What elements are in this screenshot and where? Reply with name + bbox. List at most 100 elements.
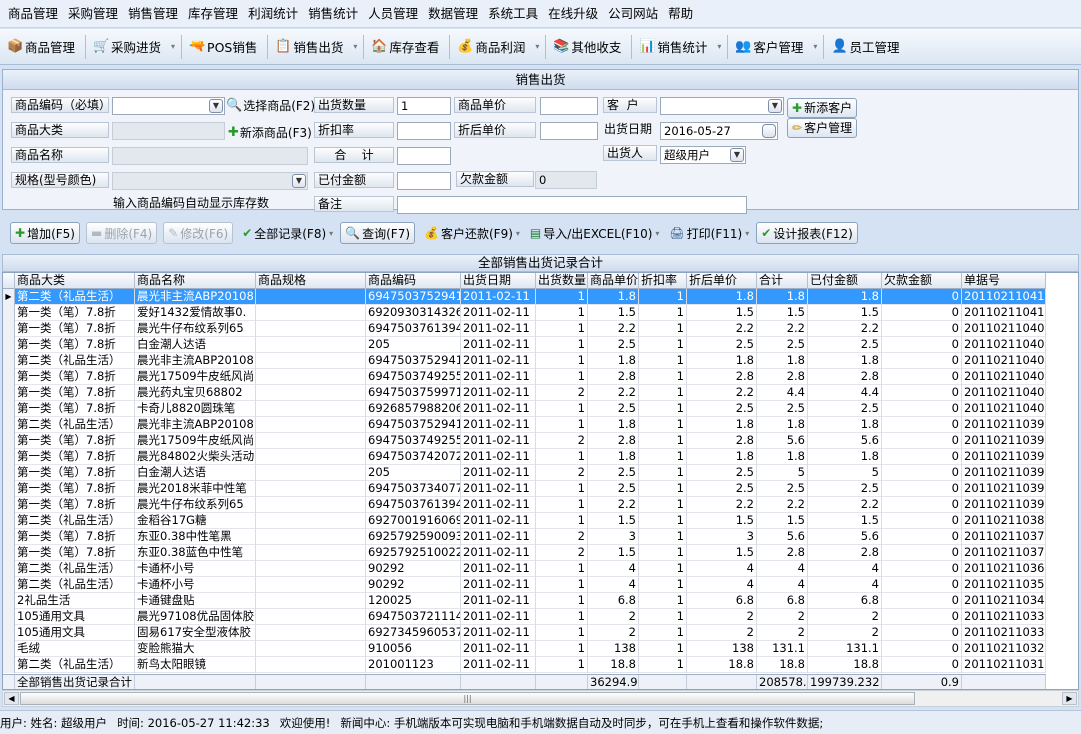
table-row[interactable]: 毛绒 变脸熊猫大 910056 2011-02-11 1 138 1 138 131.1 131.… — [3, 641, 1046, 657]
menu-item-0[interactable]: 商品管理 — [3, 0, 63, 28]
table-row[interactable]: 第一类（笔）7.8折 东亚0.38蓝色中性笔 6925792510022 2011-0… — [3, 545, 1046, 561]
column-header[interactable]: 出货数量 — [536, 273, 588, 289]
table-row[interactable]: 第二类（礼品生活） 卡通杯小号 90292 2011-02-11 1 4 1 4 4 4 0 2011… — [3, 577, 1046, 593]
table-row[interactable]: 第一类（笔）7.8折 晨光17509牛皮纸风尚 6947503749255 2011-… — [3, 369, 1046, 385]
table-row[interactable]: 第二类（礼品生活） 晨光非主流ABP20108 6947503752941 2011-… — [3, 353, 1046, 369]
toolbar-button-8[interactable]: 👥 客户管理 — [731, 33, 810, 61]
scroll-thumb[interactable]: ||| — [20, 692, 915, 705]
table-row[interactable]: 第一类（笔）7.8折 东亚0.38中性笔黑 6925792590093 2011-02… — [3, 529, 1046, 545]
chevron-down-icon[interactable]: ▼ — [209, 99, 223, 113]
dropdown-arrow-icon[interactable]: ▾ — [168, 42, 178, 51]
column-header[interactable]: 商品规格 — [256, 273, 366, 289]
date-picker[interactable]: 2016-05-27 — [660, 122, 778, 140]
add-customer-button[interactable]: ✚ 新添客户 — [787, 98, 858, 118]
toolbar-button-4[interactable]: 🏠 库存查看 — [367, 33, 446, 61]
customer-combo[interactable]: ▼ — [660, 97, 784, 115]
action-button-3[interactable]: ✔ 全部记录(F8) ▾ — [239, 222, 336, 244]
action-button-1[interactable]: ▬ 删除(F4) — [85, 222, 158, 244]
dropdown-arrow-icon[interactable]: ▾ — [516, 229, 520, 238]
toolbar-button-1[interactable]: 🛒 采购进货 — [89, 33, 168, 61]
calendar-icon[interactable] — [762, 124, 776, 138]
table-row[interactable]: 第一类（笔）7.8折 白金潮人达语 205 2011-02-11 1 2.5 1 2.5 2.5… — [3, 337, 1046, 353]
menu-item-7[interactable]: 数据管理 — [423, 0, 483, 28]
table-row[interactable]: 第二类（礼品生活） 新鸟太阳眼镜 201001123 2011-02-11 1 18.8 1… — [3, 657, 1046, 673]
table-row[interactable]: ▶ 第二类（礼品生活） 晨光非主流ABP20108 6947503752941 2011… — [3, 289, 1046, 305]
toolbar-button-7[interactable]: 📊 销售统计 — [635, 33, 714, 61]
toolbar-button-0[interactable]: 📦 商品管理 — [3, 33, 82, 61]
product-name-field[interactable] — [112, 147, 308, 165]
table-row[interactable]: 第一类（笔）7.8折 白金潮人达语 205 2011-02-11 2 2.5 1 2.5 5 5 0… — [3, 465, 1046, 481]
action-button-0[interactable]: ✚ 增加(F5) — [10, 222, 80, 244]
qty-input[interactable]: 1 — [397, 97, 451, 115]
column-header[interactable]: 折扣率 — [639, 273, 687, 289]
toolbar-button-6[interactable]: 📚 其他收支 — [549, 33, 628, 61]
note-input[interactable] — [397, 196, 747, 214]
column-header[interactable]: 已付金额 — [808, 273, 882, 289]
column-header[interactable]: 出货日期 — [461, 273, 536, 289]
table-row[interactable]: 105通用文具 固易617安全型液体胶 6927345960537 2011-02-1… — [3, 625, 1046, 641]
toolbar-button-5[interactable]: 💰 商品利润 — [453, 33, 532, 61]
table-row[interactable]: 第一类（笔）7.8折 晨光牛仔布纹系列65 6947503761394 2011-02… — [3, 321, 1046, 337]
table-row[interactable]: 第一类（笔）7.8折 卡奇儿8820圆珠笔 6926857988206 2011-02… — [3, 401, 1046, 417]
table-row[interactable]: 第二类（礼品生活） 卡通杯小号 90292 2011-02-11 1 4 1 4 4 4 0 2011… — [3, 561, 1046, 577]
table-row[interactable]: 第一类（笔）7.8折 晨光84802火柴头活动 6947503742072 2011-… — [3, 449, 1046, 465]
chevron-down-icon[interactable]: ▼ — [730, 148, 744, 162]
dropdown-arrow-icon[interactable]: ▾ — [655, 229, 659, 238]
shipper-combo[interactable]: 超级用户 ▼ — [660, 146, 746, 164]
dropdown-arrow-icon[interactable]: ▾ — [745, 229, 749, 238]
chevron-down-icon[interactable]: ▼ — [768, 99, 782, 113]
dropdown-arrow-icon[interactable]: ▾ — [810, 42, 820, 51]
menu-item-6[interactable]: 人员管理 — [363, 0, 423, 28]
column-header[interactable]: 合计 — [757, 273, 808, 289]
table-row[interactable]: 第一类（笔）7.8折 晨光17509牛皮纸风尚 6947503749255 2011-… — [3, 433, 1046, 449]
action-button-5[interactable]: 💰 客户还款(F9) ▾ — [421, 222, 523, 244]
paid-input[interactable] — [397, 172, 451, 190]
toolbar-button-3[interactable]: 📋 销售出货 — [271, 33, 350, 61]
menu-item-10[interactable]: 公司网站 — [603, 0, 663, 28]
menu-item-8[interactable]: 系统工具 — [483, 0, 543, 28]
column-header[interactable]: 商品编码 — [366, 273, 461, 289]
column-header[interactable]: 商品单价 — [588, 273, 639, 289]
column-header[interactable]: 单据号 — [962, 273, 1046, 289]
chevron-down-icon[interactable]: ▼ — [292, 174, 306, 188]
product-code-combo[interactable]: ▼ — [112, 97, 225, 115]
menu-item-4[interactable]: 利润统计 — [243, 0, 303, 28]
discount-input[interactable] — [397, 122, 451, 140]
table-row[interactable]: 第一类（笔）7.8折 晨光药丸宝贝68802 6947503759971 2011-0… — [3, 385, 1046, 401]
action-button-4[interactable]: 🔍 查询(F7) — [340, 222, 416, 244]
owe-field[interactable]: 0 — [535, 171, 597, 189]
spec-combo[interactable]: ▼ — [112, 172, 308, 190]
action-button-6[interactable]: ▤ 导入/出EXCEL(F10) ▾ — [527, 222, 663, 244]
unit-price-input[interactable] — [540, 97, 598, 115]
category-field[interactable] — [112, 122, 225, 140]
menu-item-11[interactable]: 帮助 — [663, 0, 698, 28]
menu-item-2[interactable]: 销售管理 — [123, 0, 183, 28]
column-header[interactable]: 商品名称 — [135, 273, 256, 289]
column-header[interactable]: 欠款金额 — [882, 273, 962, 289]
dropdown-arrow-icon[interactable]: ▾ — [329, 229, 333, 238]
table-row[interactable]: 105通用文具 晨光97108优品固体胶 6947503721114 2011-02-… — [3, 609, 1046, 625]
table-row[interactable]: 第一类（笔）7.8折 晨光2018米菲中性笔 6947503734077 2011-0… — [3, 481, 1046, 497]
dropdown-arrow-icon[interactable]: ▾ — [714, 42, 724, 51]
scroll-left-icon[interactable]: ◀ — [4, 692, 19, 705]
action-button-2[interactable]: ✎ 修改(F6) — [163, 222, 234, 244]
table-row[interactable]: 第二类（礼品生活） 晨光非主流ABP20108 6947503752941 2011-… — [3, 417, 1046, 433]
horizontal-scrollbar[interactable]: ◀ ||| ▶ — [2, 690, 1079, 707]
manage-customer-button[interactable]: ✏ 客户管理 — [787, 118, 858, 138]
table-row[interactable]: 2礼品生活 卡通键盘贴 120025 2011-02-11 1 6.8 1 6.8 6.8 6.8… — [3, 593, 1046, 609]
toolbar-button-9[interactable]: 👤 员工管理 — [827, 33, 906, 61]
menu-item-3[interactable]: 库存管理 — [183, 0, 243, 28]
toolbar-button-2[interactable]: 🔫 POS销售 — [185, 33, 264, 61]
action-button-7[interactable]: 🖨 打印(F11) ▾ — [666, 222, 752, 244]
select-product-link[interactable]: 🔍 选择商品(F2) — [226, 97, 315, 115]
action-button-8[interactable]: ✔ 设计报表(F12) — [756, 222, 858, 244]
column-header[interactable]: 商品大类 — [15, 273, 135, 289]
dropdown-arrow-icon[interactable]: ▾ — [532, 42, 542, 51]
table-row[interactable]: 第二类（礼品生活） 金稻谷17G糖 6927001916069 2011-02-11 1… — [3, 513, 1046, 529]
add-product-link[interactable]: ✚ 新添商品(F3) — [228, 124, 312, 142]
column-header[interactable]: 折后单价 — [687, 273, 757, 289]
total-input[interactable] — [397, 147, 451, 165]
menu-item-5[interactable]: 销售统计 — [303, 0, 363, 28]
dropdown-arrow-icon[interactable]: ▾ — [350, 42, 360, 51]
disc-price-input[interactable] — [540, 122, 598, 140]
